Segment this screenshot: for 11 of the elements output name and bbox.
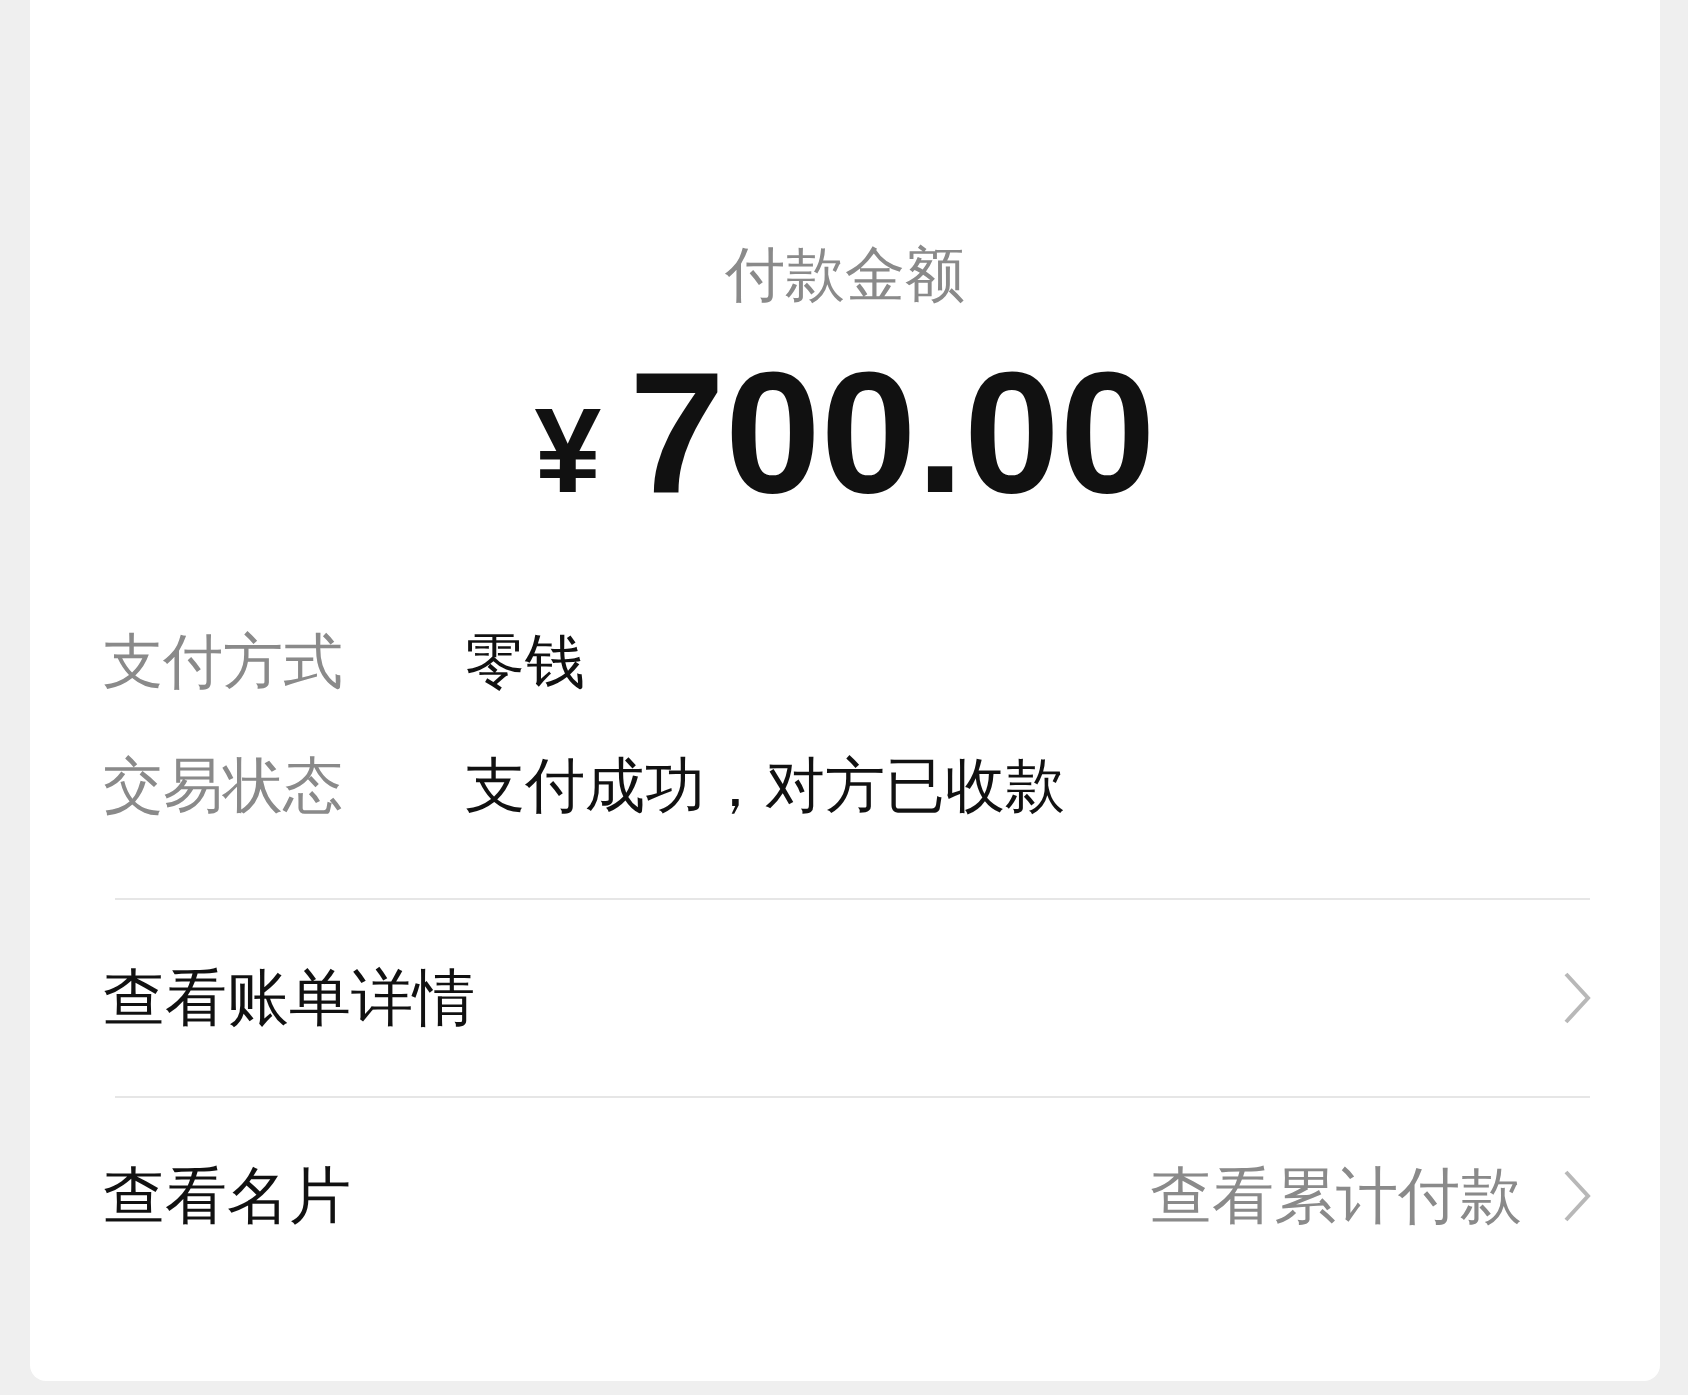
link-row[interactable]: 查看名片 查看累计付款	[30, 1098, 1660, 1294]
chevron-icon	[1562, 1168, 1592, 1224]
chevron-icon	[1562, 970, 1592, 1026]
detail-label: 支付方式	[103, 628, 344, 694]
detail-label: 交易状态	[103, 752, 344, 818]
amount-label: 付款金额	[725, 238, 965, 310]
link-row[interactable]: 查看账单详情	[30, 900, 1660, 1096]
detail-value: 零钱	[465, 628, 585, 694]
detail-value: 支付成功，对方已收款	[465, 752, 1065, 818]
currency-sign: ¥	[534, 390, 602, 510]
payment-amount: 700.00	[629, 346, 1156, 518]
